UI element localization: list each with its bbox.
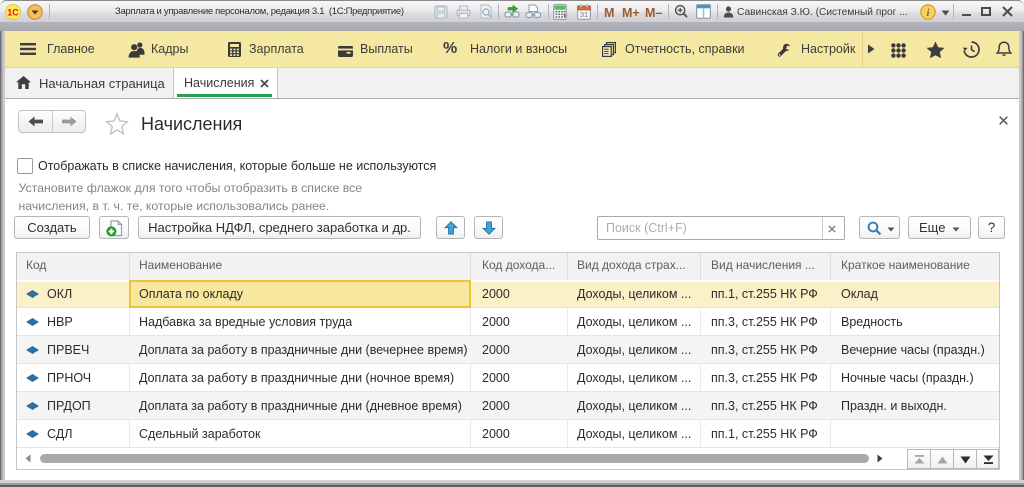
svg-text:i: i — [927, 8, 930, 19]
svg-text:1С: 1С — [7, 8, 19, 18]
svg-text:31: 31 — [580, 10, 588, 19]
